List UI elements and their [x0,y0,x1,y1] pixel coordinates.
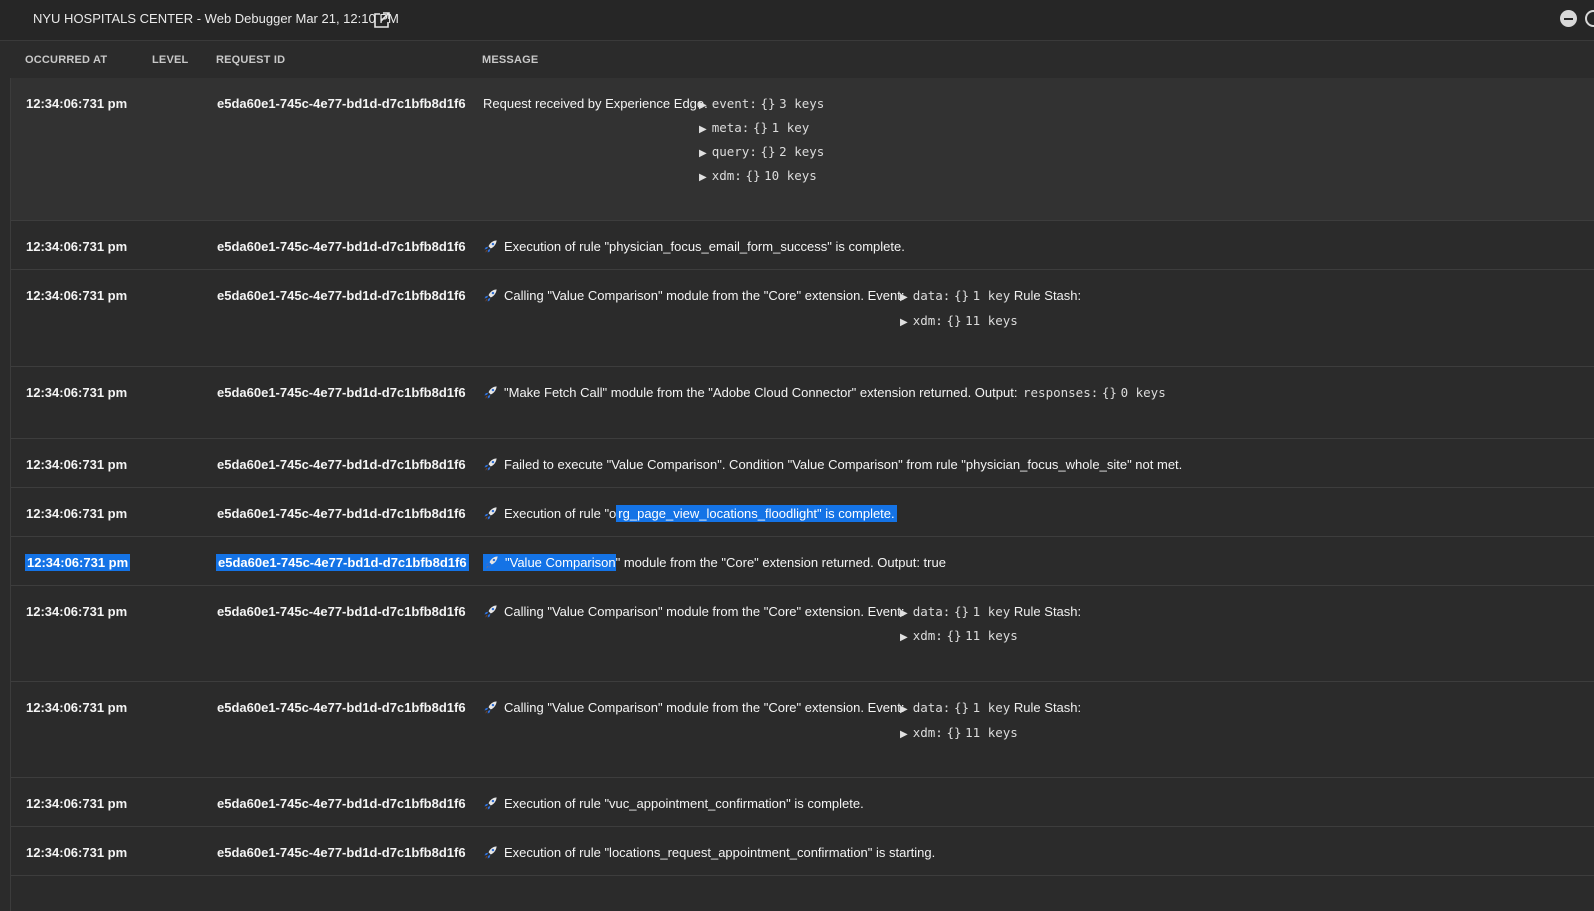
request-id: e5da60e1-745c-4e77-bd1d-d7c1bfb8d1f6 [217,796,466,811]
message-cell: "Value Comparison" module from the "Core… [483,554,946,571]
table-row[interactable]: 12:34:06:731 pm e5da60e1-745c-4e77-bd1d-… [11,439,1594,488]
expand-triangle-icon[interactable]: ▶ [699,148,707,159]
log-table: 12:34:06:731 pm e5da60e1-745c-4e77-bd1d-… [10,78,1594,911]
open-external-icon[interactable] [373,11,391,29]
expand-triangle-icon[interactable]: ▶ [900,704,908,715]
expand-triangle-icon[interactable]: ▶ [900,317,908,328]
request-id: e5da60e1-745c-4e77-bd1d-d7c1bfb8d1f6 [217,239,466,254]
message-cell: Execution of rule "physician_focus_email… [483,239,905,254]
header-level[interactable]: LEVEL [152,54,188,66]
table-row[interactable]: 12:34:06:731 pm e5da60e1-745c-4e77-bd1d-… [11,778,1594,827]
occurred-at: 12:34:06:731 pm [25,554,131,571]
expand-triangle-icon[interactable]: ▶ [699,124,707,135]
table-row[interactable]: 12:34:06:731 pm e5da60e1-745c-4e77-bd1d-… [11,78,1594,221]
message-cell: Calling "Value Comparison" module from t… [483,604,904,619]
request-id: e5da60e1-745c-4e77-bd1d-d7c1bfb8d1f6 [217,385,466,400]
occurred-at: 12:34:06:731 pm [26,96,128,111]
occurred-at: 12:34:06:731 pm [26,457,128,472]
request-id: e5da60e1-745c-4e77-bd1d-d7c1bfb8d1f6 [216,554,469,571]
prop-xdm[interactable]: ▶ xdm: {} 11 keys [900,313,1018,328]
prop-data[interactable]: ▶ data: {} 1 key Rule Stash: [900,604,1081,619]
occurred-at: 12:34:06:731 pm [26,239,128,254]
request-id: e5da60e1-745c-4e77-bd1d-d7c1bfb8d1f6 [217,96,466,111]
prop-data[interactable]: ▶ data: {} 1 key Rule Stash: [900,288,1081,303]
occurred-at: 12:34:06:731 pm [26,604,128,619]
rocket-icon [483,288,498,303]
prop-query[interactable]: ▶ query: {} 2 keys [699,144,824,159]
rocket-icon [483,604,498,619]
message: Calling "Value Comparison" module from t… [504,288,905,303]
message-cell: Execution of rule "locations_request_app… [483,845,935,860]
rocket-icon [483,457,498,472]
occurred-at: 12:34:06:731 pm [26,385,128,400]
message-part: Execution of rule "o [504,506,617,521]
prop-xdm[interactable]: ▶ xdm: {} 10 keys [699,168,817,183]
rocket-icon [483,239,498,254]
expand-triangle-icon[interactable]: ▶ [699,100,707,111]
selected-text: rg_page_view_locations_floodlight" is co… [616,505,897,522]
selected-text: "Value Comparison [483,554,616,571]
prop-meta[interactable]: ▶ meta: {} 1 key [699,120,809,135]
occurred-at: 12:34:06:731 pm [26,700,128,715]
prop-event[interactable]: ▶ event: {} 3 keys [699,96,824,111]
message-cell: Failed to execute "Value Comparison". Co… [483,457,1182,472]
table-row[interactable]: 12:34:06:731 pm e5da60e1-745c-4e77-bd1d-… [11,586,1594,682]
header-occurred-at[interactable]: OCCURRED AT [25,54,107,66]
top-bar: NYU HOSPITALS CENTER - Web Debugger Mar … [0,0,1594,41]
rocket-icon [483,700,498,715]
occurred-at: 12:34:06:731 pm [26,796,128,811]
prop-data[interactable]: ▶ data: {} 1 key Rule Stash: [900,700,1081,715]
prop-xdm[interactable]: ▶ xdm: {} 11 keys [900,628,1018,643]
request-id: e5da60e1-745c-4e77-bd1d-d7c1bfb8d1f6 [217,700,466,715]
message-cell: "Make Fetch Call" module from the "Adobe… [483,385,1017,400]
column-headers: OCCURRED AT LEVEL REQUEST ID MESSAGE [0,41,1594,79]
message-cell: Execution of rule "vuc_appointment_confi… [483,796,864,811]
table-row[interactable]: 12:34:06:731 pm e5da60e1-745c-4e77-bd1d-… [11,488,1594,537]
table-row[interactable]: 12:34:06:731 pm e5da60e1-745c-4e77-bd1d-… [11,537,1594,586]
request-id: e5da60e1-745c-4e77-bd1d-d7c1bfb8d1f6 [217,457,466,472]
message-part: " module from the "Core" extension retur… [615,555,946,570]
prop-xdm[interactable]: ▶ xdm: {} 11 keys [900,725,1018,740]
message: Execution of rule "locations_request_app… [504,845,936,860]
message-cell: Execution of rule "o rg_page_view_locatio… [483,505,897,522]
request-id: e5da60e1-745c-4e77-bd1d-d7c1bfb8d1f6 [217,604,466,619]
message-cell: Calling "Value Comparison" module from t… [483,288,904,303]
table-row[interactable]: 12:34:06:731 pm e5da60e1-745c-4e77-bd1d-… [11,367,1594,439]
message: Calling "Value Comparison" module from t… [504,604,905,619]
rocket-icon [483,845,498,860]
header-message[interactable]: MESSAGE [482,54,538,66]
collapse-icon[interactable] [1560,10,1577,27]
table-row[interactable]: 12:34:06:731 pm e5da60e1-745c-4e77-bd1d-… [11,221,1594,270]
message-cell: Calling "Value Comparison" module from t… [483,700,904,715]
table-row[interactable]: 12:34:06:731 pm e5da60e1-745c-4e77-bd1d-… [11,270,1594,367]
rocket-icon [484,555,499,570]
table-row[interactable]: 12:34:06:731 pm e5da60e1-745c-4e77-bd1d-… [11,827,1594,876]
message: "Make Fetch Call" module from the "Adobe… [504,385,1018,400]
request-id: e5da60e1-745c-4e77-bd1d-d7c1bfb8d1f6 [217,288,466,303]
message: Request received by Experience Edge. [483,96,708,111]
table-row[interactable]: 12:34:06:731 pm e5da60e1-745c-4e77-bd1d-… [11,682,1594,778]
request-id: e5da60e1-745c-4e77-bd1d-d7c1bfb8d1f6 [217,845,466,860]
occurred-at: 12:34:06:731 pm [26,845,128,860]
occurred-at: 12:34:06:731 pm [26,288,128,303]
expand-triangle-icon[interactable]: ▶ [900,608,908,619]
message: Failed to execute "Value Comparison". Co… [504,457,1183,472]
message: Execution of rule "physician_focus_email… [504,239,905,254]
expand-triangle-icon[interactable]: ▶ [900,632,908,643]
request-id: e5da60e1-745c-4e77-bd1d-d7c1bfb8d1f6 [217,506,466,521]
rocket-icon [483,506,498,521]
prop-responses[interactable]: responses: {} 0 keys [1023,385,1166,400]
rocket-icon [483,385,498,400]
expand-triangle-icon[interactable]: ▶ [900,292,908,303]
rocket-icon [483,796,498,811]
window-title: NYU HOSPITALS CENTER - Web Debugger Mar … [33,11,399,26]
expand-triangle-icon[interactable]: ▶ [699,172,707,183]
message: Execution of rule "vuc_appointment_confi… [504,796,864,811]
header-request-id[interactable]: REQUEST ID [216,54,285,66]
occurred-at: 12:34:06:731 pm [26,506,128,521]
message: Calling "Value Comparison" module from t… [504,700,905,715]
expand-triangle-icon[interactable]: ▶ [900,729,908,740]
expand-icon[interactable] [1585,10,1594,27]
